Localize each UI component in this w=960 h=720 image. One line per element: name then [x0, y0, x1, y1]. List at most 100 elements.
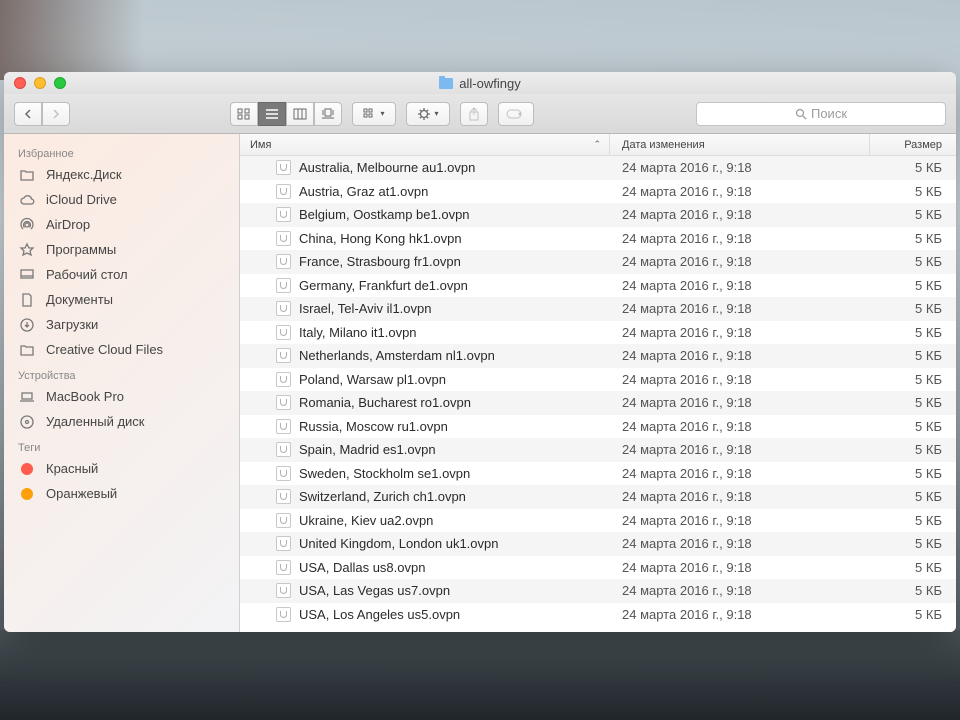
file-date: 24 марта 2016 г., 9:18 — [610, 301, 870, 316]
sidebar-item[interactable]: Программы — [4, 237, 239, 262]
file-row[interactable]: USA, Los Angeles us5.ovpn24 марта 2016 г… — [240, 603, 956, 627]
file-date: 24 марта 2016 г., 9:18 — [610, 160, 870, 175]
sidebar-tag-item[interactable]: Красный — [4, 456, 239, 481]
file-list[interactable]: Australia, Melbourne au1.ovpn24 марта 20… — [240, 156, 956, 632]
tags-button[interactable] — [498, 102, 534, 126]
file-size: 5 КБ — [870, 254, 956, 269]
share-button[interactable] — [460, 102, 488, 126]
column-header-name[interactable]: Имя ⌃ — [240, 134, 610, 155]
back-button[interactable] — [14, 102, 42, 126]
file-row[interactable]: Austria, Graz at1.ovpn24 марта 2016 г., … — [240, 180, 956, 204]
file-name: China, Hong Kong hk1.ovpn — [299, 231, 462, 246]
file-row[interactable]: USA, Dallas us8.ovpn24 марта 2016 г., 9:… — [240, 556, 956, 580]
file-date: 24 марта 2016 г., 9:18 — [610, 513, 870, 528]
file-row[interactable]: Germany, Frankfurt de1.ovpn 24 марта 2016… — [240, 274, 956, 298]
file-date: 24 марта 2016 г., 9:18 — [610, 348, 870, 363]
column-header-size[interactable]: Размер — [870, 134, 956, 155]
file-date: 24 марта 2016 г., 9:18 — [610, 536, 870, 551]
file-icon — [276, 231, 291, 246]
sidebar-item[interactable]: MacBook Pro — [4, 384, 239, 409]
file-row[interactable]: Belgium, Oostkamp be1.ovpn24 марта 2016 … — [240, 203, 956, 227]
file-row[interactable]: United Kingdom, London uk1.ovpn24 марта … — [240, 532, 956, 556]
file-row[interactable]: France, Strasbourg fr1.ovpn24 марта 2016… — [240, 250, 956, 274]
file-row[interactable]: Australia, Melbourne au1.ovpn24 марта 20… — [240, 156, 956, 180]
arrange-button[interactable]: ▾ — [352, 102, 396, 126]
sidebar-item[interactable]: Creative Cloud Files — [4, 337, 239, 362]
file-row[interactable]: Spain, Madrid es1.ovpn24 марта 2016 г., … — [240, 438, 956, 462]
file-icon — [276, 301, 291, 316]
file-name: Poland, Warsaw pl1.ovpn — [299, 372, 446, 387]
file-icon — [276, 466, 291, 481]
sidebar-devices-header: Устройства — [4, 362, 239, 384]
file-icon — [276, 160, 291, 175]
sidebar-tag-item[interactable]: Оранжевый — [4, 481, 239, 506]
view-coverflow-button[interactable] — [314, 102, 342, 126]
file-date: 24 марта 2016 г., 9:18 — [610, 254, 870, 269]
sidebar-item[interactable]: AirDrop — [4, 212, 239, 237]
file-name: Italy, Milano it1.ovpn — [299, 325, 417, 340]
file-date: 24 марта 2016 г., 9:18 — [610, 278, 870, 293]
disc-icon — [18, 414, 36, 430]
file-date: 24 марта 2016 г., 9:18 — [610, 466, 870, 481]
sidebar-item[interactable]: Удаленный диск — [4, 409, 239, 434]
file-row[interactable]: Poland, Warsaw pl1.ovpn24 марта 2016 г.,… — [240, 368, 956, 392]
sidebar-item[interactable]: Документы — [4, 287, 239, 312]
file-size: 5 КБ — [870, 301, 956, 316]
file-row[interactable]: USA, Las Vegas us7.ovpn24 марта 2016 г.,… — [240, 579, 956, 603]
view-icons-button[interactable] — [230, 102, 258, 126]
forward-button[interactable] — [42, 102, 70, 126]
sidebar-item[interactable]: iCloud Drive — [4, 187, 239, 212]
sidebar-item-label: Загрузки — [46, 317, 98, 332]
file-row[interactable]: Israel, Tel-Aviv il1.ovpn 24 марта 2016 г… — [240, 297, 956, 321]
file-size: 5 КБ — [870, 395, 956, 410]
minimize-button[interactable] — [34, 77, 46, 89]
file-size: 5 КБ — [870, 489, 956, 504]
file-row[interactable]: Netherlands, Amsterdam nl1.ovpn24 марта … — [240, 344, 956, 368]
file-name: Germany, Frankfurt de1.ovpn — [299, 278, 468, 293]
file-row[interactable]: Russia, Moscow ru1.ovpn24 марта 2016 г.,… — [240, 415, 956, 439]
folder-icon — [18, 167, 36, 183]
desktop-icon — [18, 267, 36, 283]
column-header-date[interactable]: Дата изменения — [610, 134, 870, 155]
file-size: 5 КБ — [870, 536, 956, 551]
view-list-button[interactable] — [258, 102, 286, 126]
sidebar: Избранное Яндекс.ДискiCloud DriveAirDrop… — [4, 134, 240, 632]
sidebar-tags-header: Теги — [4, 434, 239, 456]
file-size: 5 КБ — [870, 325, 956, 340]
file-row[interactable]: China, Hong Kong hk1.ovpn24 марта 2016 г… — [240, 227, 956, 251]
titlebar[interactable]: all-owfingy — [4, 72, 956, 94]
content-area: Имя ⌃ Дата изменения Размер Australia, M… — [240, 134, 956, 632]
file-row[interactable]: Italy, Milano it1.ovpn 24 марта 2016 г., … — [240, 321, 956, 345]
maximize-button[interactable] — [54, 77, 66, 89]
sidebar-item[interactable]: Рабочий стол — [4, 262, 239, 287]
column-header-date-label: Дата изменения — [622, 139, 705, 151]
file-date: 24 марта 2016 г., 9:18 — [610, 184, 870, 199]
file-name: Romania, Bucharest ro1.ovpn — [299, 395, 471, 410]
tag-color-icon — [18, 486, 36, 502]
sidebar-item[interactable]: Загрузки — [4, 312, 239, 337]
toolbar: ▾ ▾ Поиск — [4, 94, 956, 134]
file-icon — [276, 513, 291, 528]
file-date: 24 марта 2016 г., 9:18 — [610, 325, 870, 340]
file-name: Spain, Madrid es1.ovpn — [299, 442, 436, 457]
file-size: 5 КБ — [870, 348, 956, 363]
airdrop-icon — [18, 217, 36, 233]
file-name: Israel, Tel-Aviv il1.ovpn — [299, 301, 431, 316]
file-size: 5 КБ — [870, 372, 956, 387]
file-row[interactable]: Ukraine, Kiev ua2.ovpn24 марта 2016 г., … — [240, 509, 956, 533]
file-icon — [276, 442, 291, 457]
file-row[interactable]: Sweden, Stockholm se1.ovpn24 марта 2016 … — [240, 462, 956, 486]
file-row[interactable]: Switzerland, Zurich ch1.ovpn24 марта 201… — [240, 485, 956, 509]
search-input[interactable]: Поиск — [696, 102, 946, 126]
file-size: 5 КБ — [870, 160, 956, 175]
view-columns-button[interactable] — [286, 102, 314, 126]
file-size: 5 КБ — [870, 278, 956, 293]
close-button[interactable] — [14, 77, 26, 89]
file-row[interactable]: Romania, Bucharest ro1.ovpn24 марта 2016… — [240, 391, 956, 415]
documents-icon — [18, 292, 36, 308]
sidebar-item-label: Документы — [46, 292, 113, 307]
sidebar-item[interactable]: Яндекс.Диск — [4, 162, 239, 187]
search-placeholder: Поиск — [811, 106, 847, 121]
sidebar-favorites-header: Избранное — [4, 140, 239, 162]
action-button[interactable]: ▾ — [406, 102, 450, 126]
